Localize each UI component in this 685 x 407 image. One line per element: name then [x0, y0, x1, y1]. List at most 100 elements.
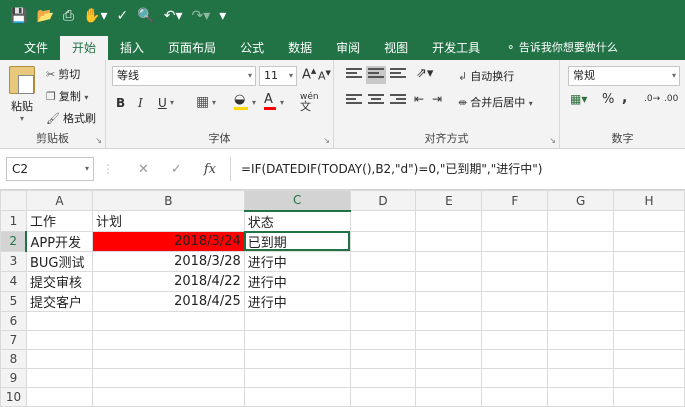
tab-file[interactable]: 文件 — [12, 36, 60, 60]
cell-d2[interactable] — [349, 230, 417, 252]
cell-g10[interactable] — [547, 386, 615, 407]
cell-e10[interactable] — [415, 386, 483, 407]
shrink-font-button[interactable]: A▼ — [318, 69, 331, 83]
cell-e9[interactable] — [415, 367, 483, 388]
name-box[interactable]: C2 ▾ — [6, 157, 94, 181]
column-header-g[interactable]: G — [547, 190, 615, 211]
chevron-down-icon[interactable]: ▾ — [252, 98, 256, 107]
dialog-launcher-icon[interactable]: ↘ — [549, 136, 556, 145]
chevron-down-icon[interactable]: ▾ — [280, 98, 284, 107]
redo-icon[interactable]: ↷▾ — [191, 9, 210, 23]
grow-font-button[interactable]: A▲ — [302, 67, 316, 82]
cell-h7[interactable] — [613, 329, 685, 350]
cell-g9[interactable] — [547, 367, 615, 388]
row-header[interactable]: 10 — [0, 386, 27, 407]
row-header[interactable]: 9 — [0, 367, 27, 388]
save-icon[interactable]: 💾 — [10, 9, 27, 23]
cell-d3[interactable] — [349, 250, 417, 272]
paste-button[interactable]: 粘贴 ▾ — [6, 66, 38, 123]
tab-insert[interactable]: 插入 — [108, 36, 156, 60]
cell-c4[interactable]: 进行中 — [243, 270, 351, 292]
cell-a3[interactable]: BUG测试 — [25, 250, 93, 272]
increase-decimal-icon[interactable]: .0→ — [644, 94, 660, 104]
decrease-indent-icon[interactable]: ⇤ — [414, 92, 424, 106]
font-name-select[interactable]: 等线 ▾ — [112, 66, 256, 86]
column-header-b[interactable]: B — [91, 190, 245, 211]
cell-d6[interactable] — [349, 310, 417, 331]
tell-me-box[interactable]: ⚬ 告诉我你想要做什么 — [492, 36, 618, 60]
comma-style-button[interactable]: , — [622, 90, 627, 106]
cell-c8[interactable] — [243, 348, 351, 369]
cell-a2[interactable]: APP开发 — [25, 230, 93, 252]
cell-c5[interactable]: 进行中 — [243, 290, 351, 312]
middle-align-icon[interactable] — [366, 66, 386, 84]
cell-a6[interactable] — [25, 310, 93, 331]
cell-b6[interactable] — [91, 310, 245, 331]
cell-b7[interactable] — [91, 329, 245, 350]
copy-button[interactable]: ❐ 复制 ▾ — [46, 88, 91, 104]
cell-f5[interactable] — [481, 290, 549, 312]
customize-icon[interactable]: ▾ — [219, 9, 226, 23]
cell-b4[interactable]: 2018/4/22 — [91, 270, 245, 292]
tab-home[interactable]: 开始 — [60, 36, 109, 60]
formula-input[interactable]: =IF(DATEDIF(TODAY(),B2,"d")=0,"已到期","进行中… — [229, 157, 679, 181]
cell-c6[interactable] — [243, 310, 351, 331]
cell-e2[interactable] — [415, 230, 483, 252]
tab-developer[interactable]: 开发工具 — [420, 36, 492, 60]
column-header-a[interactable]: A — [25, 190, 93, 211]
cell-g1[interactable] — [547, 210, 615, 232]
cell-d7[interactable] — [349, 329, 417, 350]
cell-d9[interactable] — [349, 367, 417, 388]
cell-e4[interactable] — [415, 270, 483, 292]
tab-page-layout[interactable]: 页面布局 — [156, 36, 228, 60]
open-icon[interactable]: 📂 — [36, 9, 53, 23]
cell-c10[interactable] — [243, 386, 351, 407]
column-header-h[interactable]: H — [613, 190, 685, 211]
row-header[interactable]: 7 — [0, 329, 27, 350]
cell-g2[interactable] — [547, 230, 615, 252]
tab-view[interactable]: 视图 — [372, 36, 420, 60]
cell-f1[interactable] — [481, 210, 549, 232]
row-header[interactable]: 3 — [0, 250, 27, 272]
column-header-d[interactable]: D — [349, 190, 417, 211]
row-header[interactable]: 4 — [0, 270, 27, 292]
cell-b5[interactable]: 2018/4/25 — [91, 290, 245, 312]
orientation-icon[interactable]: ⇗▾ — [416, 66, 433, 81]
cell-b1[interactable]: 计划 — [91, 210, 245, 232]
cell-g6[interactable] — [547, 310, 615, 331]
bottom-align-icon[interactable] — [390, 68, 406, 82]
cell-a7[interactable] — [25, 329, 93, 350]
cell-h9[interactable] — [613, 367, 685, 388]
cell-d4[interactable] — [349, 270, 417, 292]
undo-icon[interactable]: ↶▾ — [164, 9, 183, 23]
align-left-icon[interactable] — [346, 94, 362, 108]
cell-c2[interactable]: 已到期 — [243, 230, 351, 252]
cell-d10[interactable] — [349, 386, 417, 407]
cell-g4[interactable] — [547, 270, 615, 292]
top-align-icon[interactable] — [346, 68, 362, 82]
cell-a1[interactable]: 工作 — [25, 210, 93, 232]
cell-b8[interactable] — [91, 348, 245, 369]
borders-icon[interactable]: ▦ — [196, 94, 209, 110]
cell-c9[interactable] — [243, 367, 351, 388]
format-painter-button[interactable]: 🖌 格式刷 — [46, 110, 96, 126]
merge-center-button[interactable]: ⇼ 合并后居中 ▾ — [458, 94, 536, 110]
cell-g8[interactable] — [547, 348, 615, 369]
cell-f3[interactable] — [481, 250, 549, 272]
row-header[interactable]: 6 — [0, 310, 27, 331]
number-format-select[interactable]: 常规 ▾ — [568, 66, 680, 86]
cell-e3[interactable] — [415, 250, 483, 272]
column-header-c[interactable]: C — [243, 190, 351, 212]
row-header[interactable]: 1 — [0, 210, 27, 232]
cut-button[interactable]: ✂ 剪切 — [46, 66, 80, 82]
row-header[interactable]: 8 — [0, 348, 27, 369]
cell-c3[interactable]: 进行中 — [243, 250, 351, 272]
phonetic-guide-button[interactable]: wén 文 — [300, 92, 319, 113]
cell-f7[interactable] — [481, 329, 549, 350]
print-preview-icon[interactable]: 🔍 — [137, 9, 154, 23]
tab-data[interactable]: 数据 — [276, 36, 324, 60]
cell-f2[interactable] — [481, 230, 549, 252]
cell-h10[interactable] — [613, 386, 685, 407]
cell-f9[interactable] — [481, 367, 549, 388]
cell-e5[interactable] — [415, 290, 483, 312]
